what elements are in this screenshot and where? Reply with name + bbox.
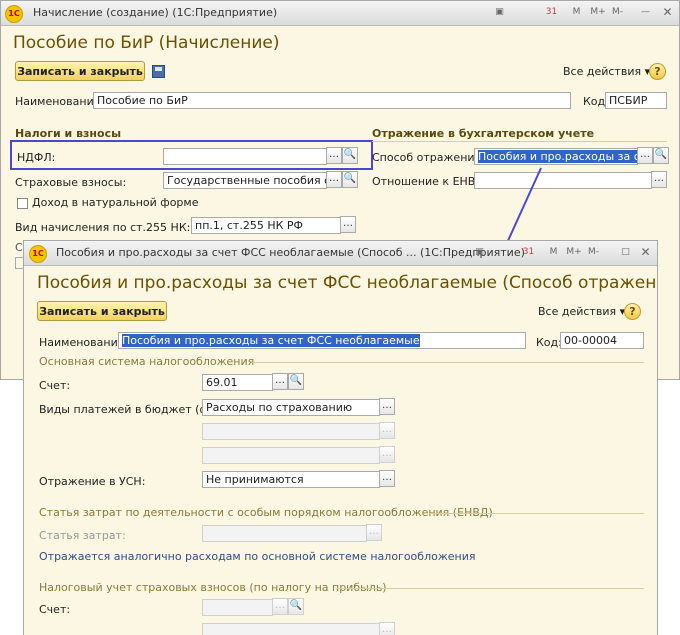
- dialog-window-title: Пособия и про.расходы за счет ФСС необла…: [56, 246, 525, 259]
- dialog-memory-mminus-button[interactable]: M-: [586, 246, 601, 259]
- insurance-section-title: Налоговый учет страховых взносов (по нал…: [39, 581, 387, 594]
- account2-search-icon: 🔍: [288, 598, 304, 615]
- dialog-code-field[interactable]: 00-00004: [560, 332, 644, 349]
- account-search-icon[interactable]: 🔍: [288, 373, 304, 390]
- payments-field[interactable]: Расходы по страхованию: [202, 399, 380, 416]
- payments-select-button[interactable]: …: [379, 398, 395, 415]
- usn-select-button[interactable]: …: [379, 470, 395, 487]
- envd-section-title: Статья затрат по деятельности с особым п…: [39, 506, 493, 519]
- dialog-memory-m-button[interactable]: M: [546, 246, 561, 259]
- cost-item-select-button: …: [366, 524, 382, 541]
- envd-divider: [429, 513, 644, 514]
- account2-select-button: …: [272, 598, 288, 615]
- dialog-maximize-icon[interactable]: □: [618, 246, 633, 259]
- envd-note: Отражается аналогично расходам по основн…: [39, 550, 476, 563]
- insurance-divider: [336, 588, 644, 589]
- dialog-toolbar-icon[interactable]: ▣: [472, 246, 487, 259]
- usn-label: Отражение в УСН:: [39, 475, 146, 488]
- dialog-page-title: Пособия и про.расходы за счет ФСС необла…: [37, 273, 658, 293]
- account2-field: [202, 599, 273, 616]
- dialog-code-label: Код:: [536, 336, 562, 349]
- dialog-all-actions-menu[interactable]: Все действия ▾: [538, 305, 625, 318]
- usn-field[interactable]: Не принимаются: [202, 471, 380, 488]
- account2-label: Счет:: [39, 603, 71, 616]
- dialog-window: 1С Пособия и про.расходы за счет ФСС нео…: [23, 240, 658, 635]
- main-tax-divider: [252, 362, 644, 363]
- account-select-button[interactable]: …: [272, 373, 288, 390]
- account2-field-2: [202, 623, 380, 635]
- dialog-name-value: Пособия и про.расходы за счет ФСС необла…: [122, 334, 420, 347]
- account-field[interactable]: 69.01: [202, 374, 273, 391]
- dialog-save-and-close-button[interactable]: Записать и закрыть: [37, 301, 167, 321]
- main-tax-section-title: Основная система налогообложения: [39, 355, 255, 368]
- cost-item-label: Статья затрат:: [39, 529, 126, 542]
- dialog-name-field[interactable]: Пособия и про.расходы за счет ФСС необла…: [118, 332, 526, 349]
- payments-select-button-3: …: [379, 446, 395, 463]
- payments-field-2: [202, 423, 380, 440]
- payments-label: Виды платежей в бюджет (фо...: [39, 403, 227, 416]
- dialog-calendar-icon[interactable]: 31: [521, 246, 536, 259]
- dialog-title-bar: 1С Пособия и про.расходы за счет ФСС нео…: [24, 241, 657, 266]
- account2-select-button-2: …: [379, 622, 395, 635]
- dialog-close-icon[interactable]: ✕: [638, 246, 653, 259]
- account-label: Счет:: [39, 379, 71, 392]
- payments-select-button-2: …: [379, 422, 395, 439]
- cost-item-field: [202, 525, 367, 542]
- dialog-help-icon[interactable]: ?: [624, 303, 641, 320]
- dialog-memory-mplus-button[interactable]: M+: [564, 246, 584, 259]
- dialog-name-label: Наименование:: [39, 336, 129, 349]
- payments-field-3: [202, 447, 380, 464]
- dialog-app-logo-icon: 1С: [29, 245, 47, 263]
